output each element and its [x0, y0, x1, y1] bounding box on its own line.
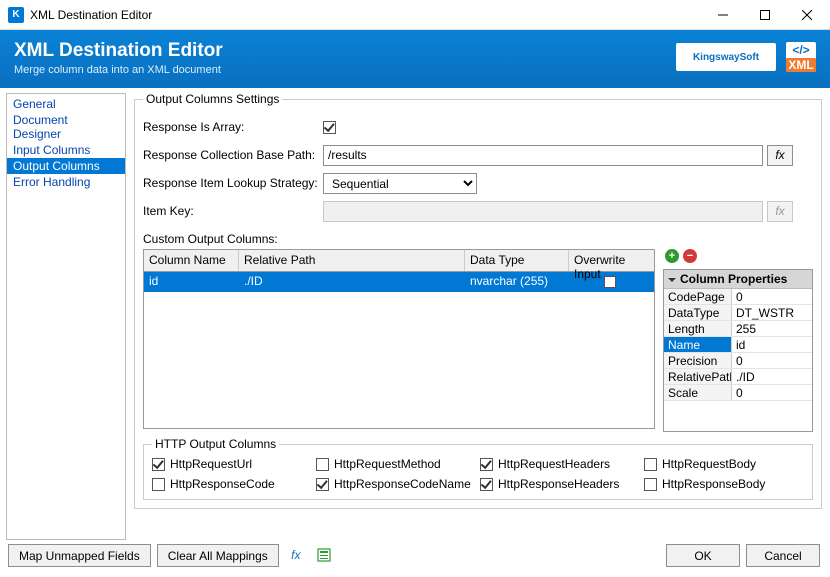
grid-header-column-name[interactable]: Column Name: [144, 250, 239, 271]
lookup-strategy-select[interactable]: Sequential: [323, 173, 477, 194]
property-row: Nameid: [664, 337, 812, 353]
xml-icon: </> XML: [786, 42, 816, 72]
response-is-array-checkbox[interactable]: [323, 121, 336, 134]
http-request-headers-checkbox[interactable]: HttpRequestHeaders: [480, 457, 640, 471]
map-unmapped-fields-button[interactable]: Map Unmapped Fields: [8, 544, 151, 567]
lookup-strategy-label: Response Item Lookup Strategy:: [143, 176, 323, 190]
fx-toolbar-icon[interactable]: fx: [285, 544, 307, 566]
collection-base-path-input[interactable]: [323, 145, 763, 166]
preview-toolbar-icon[interactable]: [313, 544, 335, 566]
cell-relative-path[interactable]: ./ID: [239, 272, 465, 292]
overwrite-input-checkbox[interactable]: [604, 276, 616, 288]
grid-header-overwrite-input[interactable]: Overwrite Input: [569, 250, 651, 271]
remove-column-button[interactable]: −: [683, 249, 697, 263]
sidebar-item-input-columns[interactable]: Input Columns: [7, 142, 125, 158]
sidebar: General Document Designer Input Columns …: [6, 93, 126, 540]
http-output-columns-group: HTTP Output Columns HttpRequestUrl HttpR…: [143, 437, 813, 500]
sidebar-item-output-columns[interactable]: Output Columns: [7, 158, 125, 174]
sidebar-item-general[interactable]: General: [7, 96, 125, 112]
http-request-method-checkbox[interactable]: HttpRequestMethod: [316, 457, 476, 471]
properties-header[interactable]: Column Properties: [664, 270, 812, 289]
custom-columns-grid[interactable]: Column Name Relative Path Data Type Over…: [143, 249, 655, 429]
minimize-button[interactable]: [702, 1, 744, 29]
collection-base-path-fx-button[interactable]: fx: [767, 145, 793, 166]
clear-all-mappings-button[interactable]: Clear All Mappings: [157, 544, 279, 567]
sidebar-item-document-designer[interactable]: Document Designer: [7, 112, 125, 142]
property-row: RelativePath./ID: [664, 369, 812, 385]
custom-output-columns-label: Custom Output Columns:: [143, 232, 813, 246]
collection-base-path-label: Response Collection Base Path:: [143, 148, 323, 162]
cancel-button[interactable]: Cancel: [746, 544, 820, 567]
output-columns-settings-group: Output Columns Settings Response Is Arra…: [134, 92, 822, 509]
close-button[interactable]: [786, 1, 828, 29]
property-row: Length255: [664, 321, 812, 337]
grid-header-data-type[interactable]: Data Type: [465, 250, 569, 271]
response-is-array-label: Response Is Array:: [143, 120, 323, 134]
table-row[interactable]: id ./ID nvarchar (255): [144, 272, 654, 292]
header-banner: XML Destination Editor Merge column data…: [0, 30, 830, 88]
column-properties-grid[interactable]: Column Properties CodePage0 DataTypeDT_W…: [663, 269, 813, 432]
app-icon: K: [8, 7, 24, 23]
property-row: DataTypeDT_WSTR: [664, 305, 812, 321]
brand-area: KingswaySoft </> XML: [676, 42, 816, 72]
item-key-input: [323, 201, 763, 222]
ok-button[interactable]: OK: [666, 544, 740, 567]
sidebar-item-error-handling[interactable]: Error Handling: [7, 174, 125, 190]
kingswaysoft-logo: KingswaySoft: [676, 43, 776, 71]
item-key-label: Item Key:: [143, 204, 323, 218]
http-response-headers-checkbox[interactable]: HttpResponseHeaders: [480, 477, 640, 491]
http-legend: HTTP Output Columns: [152, 437, 279, 451]
maximize-button[interactable]: [744, 1, 786, 29]
cell-data-type[interactable]: nvarchar (255): [465, 272, 569, 292]
grid-header: Column Name Relative Path Data Type Over…: [144, 250, 654, 272]
window-title: XML Destination Editor: [30, 8, 702, 22]
property-row: CodePage0: [664, 289, 812, 305]
http-response-code-name-checkbox[interactable]: HttpResponseCodeName: [316, 477, 476, 491]
footer: Map Unmapped Fields Clear All Mappings f…: [0, 540, 830, 574]
http-response-body-checkbox[interactable]: HttpResponseBody: [644, 477, 804, 491]
cell-overwrite-input[interactable]: [569, 272, 651, 292]
cell-column-name[interactable]: id: [144, 272, 239, 292]
property-row: Scale0: [664, 385, 812, 401]
titlebar: K XML Destination Editor: [0, 0, 830, 30]
item-key-fx-button: fx: [767, 201, 793, 222]
grid-header-relative-path[interactable]: Relative Path: [239, 250, 465, 271]
settings-legend: Output Columns Settings: [143, 92, 282, 106]
collapse-icon[interactable]: [668, 278, 676, 282]
http-request-url-checkbox[interactable]: HttpRequestUrl: [152, 457, 312, 471]
http-response-code-checkbox[interactable]: HttpResponseCode: [152, 477, 312, 491]
add-column-button[interactable]: +: [665, 249, 679, 263]
http-request-body-checkbox[interactable]: HttpRequestBody: [644, 457, 804, 471]
property-row: Precision0: [664, 353, 812, 369]
